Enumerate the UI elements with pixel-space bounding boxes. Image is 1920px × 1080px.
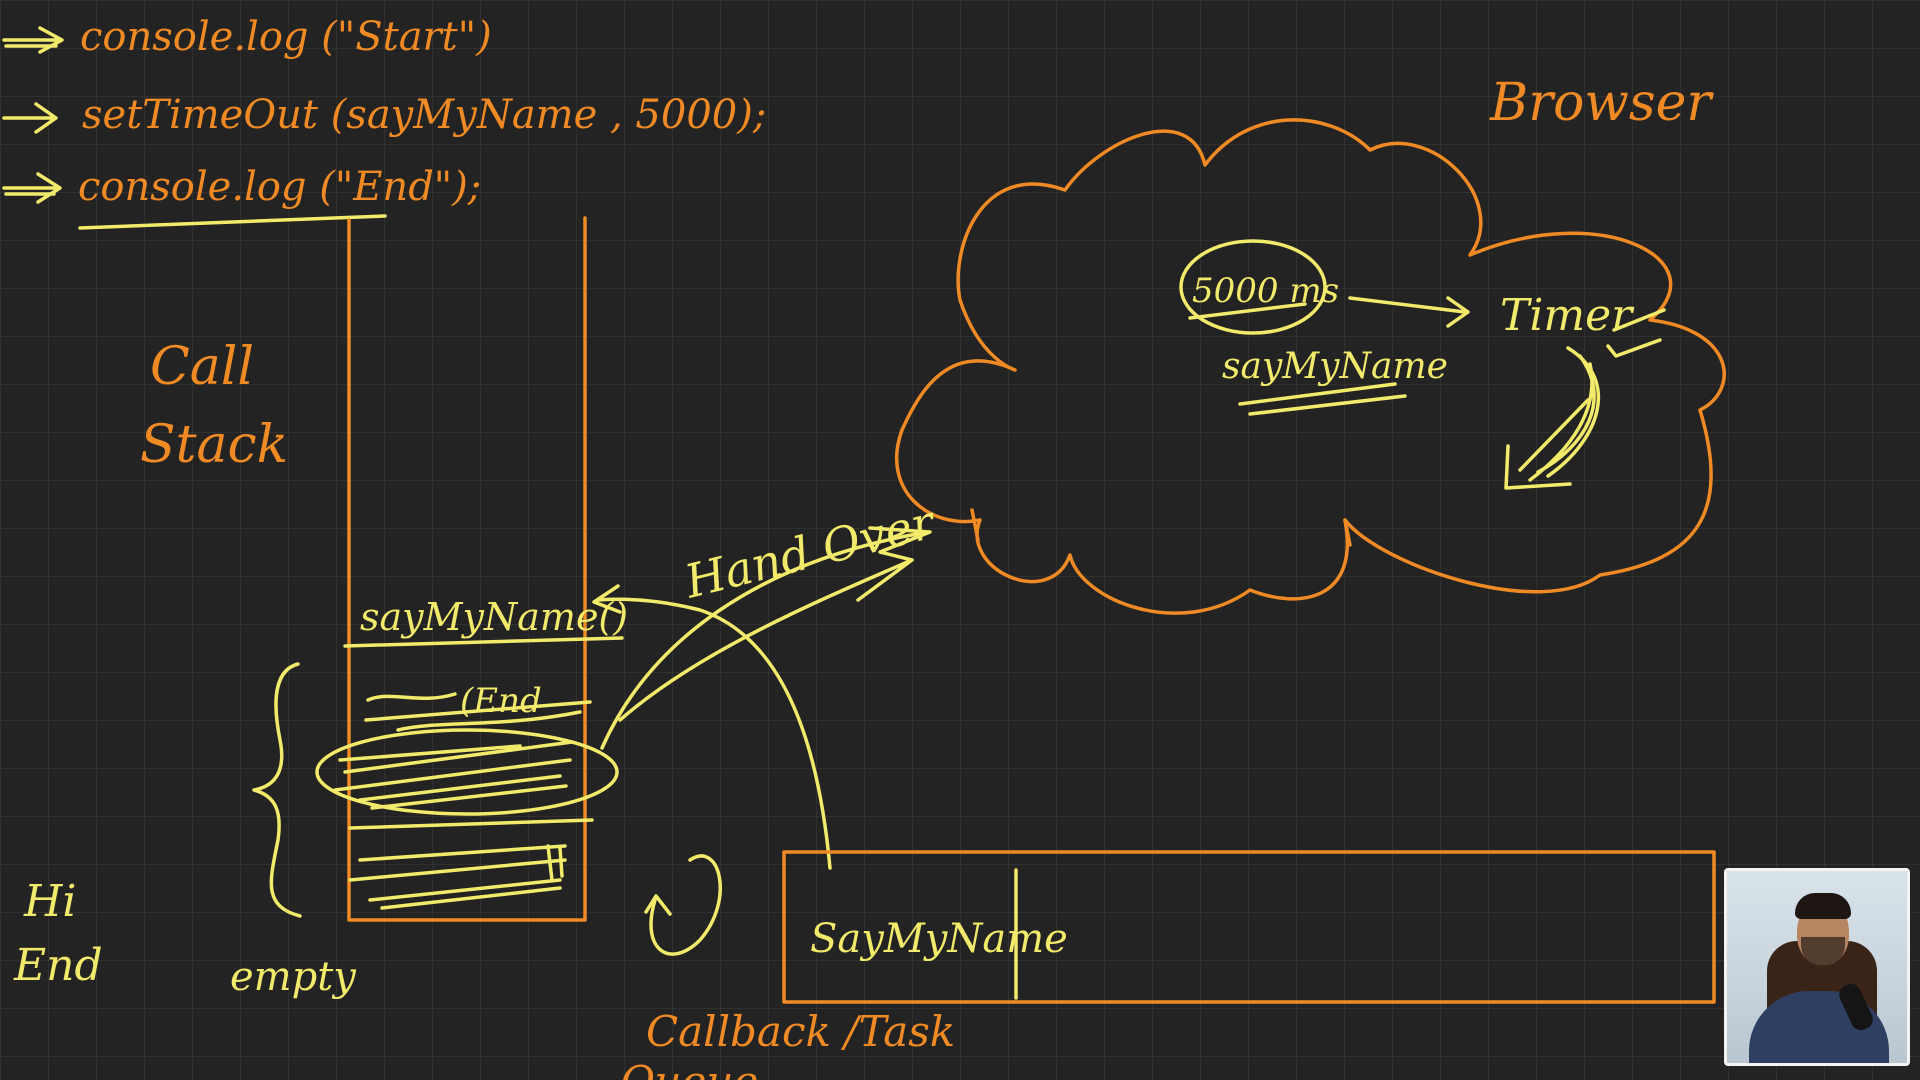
stack-brace [252,662,302,918]
delay-to-timer-arrow-icon [1348,296,1470,328]
timer-label: Timer [1500,290,1635,341]
stack-frame-saymyname: sayMyName() [360,595,628,639]
stack-frame-end: (End [460,681,542,721]
queue-item: SayMyName [810,916,1068,962]
browser-callback-underline [1238,382,1407,416]
whiteboard-canvas: console.log ("Start") setTimeOut (sayMyN… [0,0,1920,1080]
queue-label-2: Queue [620,1057,758,1080]
output-line-2: End [13,940,103,991]
call-stack-label-2: Stack [140,415,288,475]
arrow-line2-icon [2,102,58,134]
return-to-stack-arrow-icon [592,584,832,870]
call-stack-label-1: Call [150,337,254,397]
queue-label: Callback /Task [646,1007,955,1056]
output-line-1: Hi [23,876,76,927]
webcam-presenter-hair [1795,893,1851,919]
empty-label: empty [230,954,357,1000]
timer-done-scribble [1504,346,1601,490]
code-line-1: console.log ("Start") [80,14,492,60]
hand-over-label: Hand Over [679,494,943,609]
code-line-3: console.log ("End"); [78,164,481,210]
delay-label: 5000 ms [1192,271,1339,311]
stack-frame-divider-1 [343,636,624,648]
whiteboard-drawing: console.log ("Start") setTimeOut (sayMyN… [2,14,1726,1080]
webcam-overlay [1724,868,1910,1066]
stack-frame-divider-2 [348,818,594,830]
stack-frame-start-scribble [348,844,567,910]
arrow-line3-icon [2,172,62,204]
code-underline [78,214,387,230]
event-loop-arrow-icon [644,854,722,956]
arrow-line1-icon [2,26,64,54]
code-line-2: setTimeOut (sayMyName , 5000); [82,92,766,138]
stack-frame-settimeout-scribble [333,740,574,810]
browser-callback-label: sayMyName [1222,346,1448,387]
browser-label: Browser [1489,73,1714,133]
